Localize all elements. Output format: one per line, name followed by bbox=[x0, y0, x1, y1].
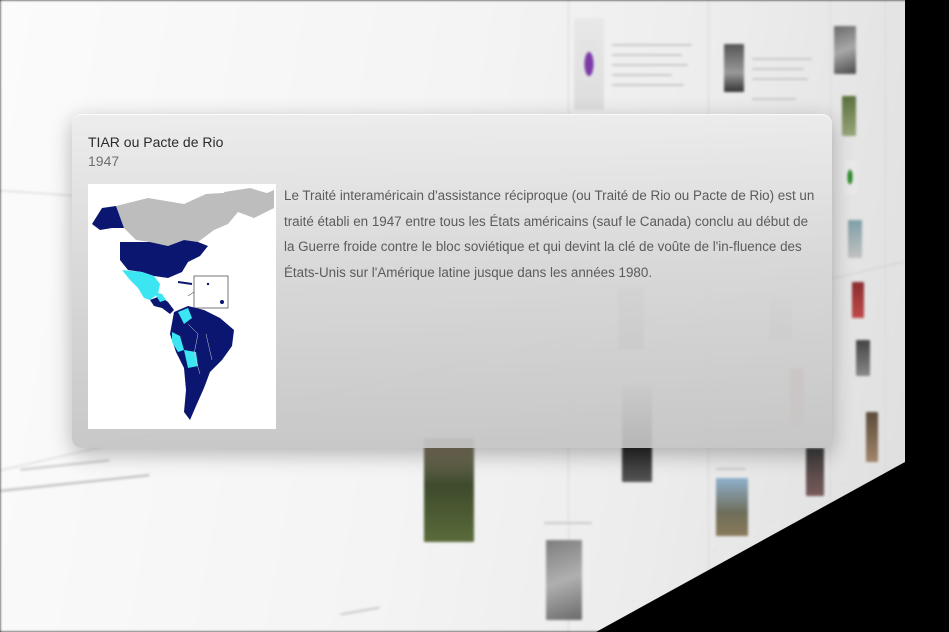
timeline-entry-text bbox=[0, 474, 150, 492]
timeline-tick: · bbox=[842, 482, 844, 489]
timeline-entry-image[interactable] bbox=[546, 540, 582, 620]
americas-map-icon bbox=[88, 184, 276, 429]
timeline-entry-text bbox=[752, 68, 804, 70]
timeline-entry-text bbox=[612, 54, 682, 56]
timeline-rule bbox=[0, 190, 80, 197]
timeline-entry-image[interactable] bbox=[724, 44, 744, 92]
timeline-column-divider bbox=[885, 0, 886, 480]
timeline-entry-image[interactable] bbox=[856, 340, 870, 376]
timeline-tick: · bbox=[632, 598, 634, 605]
timeline-tick: · bbox=[772, 518, 774, 525]
treaty-map-image[interactable] bbox=[88, 184, 276, 429]
timeline-entry-image[interactable] bbox=[580, 40, 598, 80]
timeline-tick: · bbox=[714, 548, 716, 555]
timeline-entry-text bbox=[612, 84, 684, 86]
timeline-entry-text bbox=[20, 459, 110, 471]
timeline-entry-image[interactable] bbox=[844, 160, 856, 194]
popover-year: 1947 bbox=[88, 153, 120, 169]
timeline-entry-image[interactable] bbox=[716, 478, 748, 536]
timeline-entry-text bbox=[340, 606, 380, 616]
timeline-entry-text bbox=[752, 98, 796, 100]
timeline-entry-text bbox=[612, 64, 688, 66]
timeline-entry-image[interactable] bbox=[842, 96, 856, 136]
timeline-entry-text bbox=[544, 522, 592, 524]
timeline-entry-image[interactable] bbox=[424, 438, 474, 542]
timeline-entry-image[interactable] bbox=[852, 282, 864, 318]
popover-description: Le Traité interaméricain d'assistance ré… bbox=[284, 188, 815, 280]
popover-title: TIAR ou Pacte de Rio bbox=[88, 134, 224, 150]
timeline-entry-text bbox=[612, 74, 672, 76]
timeline-entry-text bbox=[716, 468, 746, 470]
timeline-entry-image[interactable] bbox=[848, 220, 862, 258]
timeline-entry-text bbox=[752, 58, 812, 60]
timeline-entry-text bbox=[612, 44, 692, 46]
timeline-entry-image[interactable] bbox=[866, 412, 878, 462]
event-popover[interactable]: TIAR ou Pacte de Rio 1947 Le Traité inte… bbox=[72, 114, 832, 448]
timeline-entry-text bbox=[752, 78, 808, 80]
timeline-entry-image[interactable] bbox=[806, 448, 824, 496]
timeline-entry-image[interactable] bbox=[834, 26, 856, 74]
